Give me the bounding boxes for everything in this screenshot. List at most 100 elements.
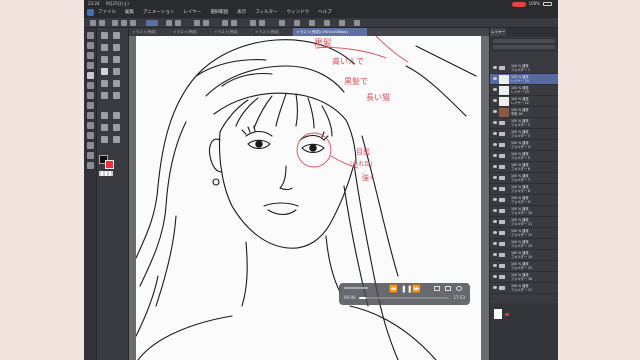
subtool-p-icon[interactable]	[113, 124, 120, 131]
material-icon[interactable]	[324, 20, 330, 26]
ruler-icon[interactable]	[259, 20, 265, 26]
menu-view[interactable]: 表示	[237, 9, 246, 15]
volume-slider[interactable]	[344, 287, 368, 289]
layer-row[interactable]: 100 % 通常 フォルダー 7	[490, 173, 558, 184]
subtool-g-icon[interactable]	[101, 68, 108, 75]
eye-icon[interactable]	[493, 275, 497, 278]
figure-tool-icon[interactable]	[87, 152, 94, 159]
subtool-l-icon[interactable]	[113, 92, 120, 99]
eye-icon[interactable]	[493, 77, 497, 80]
sub-color-swatch[interactable]	[105, 160, 114, 169]
menu-filter[interactable]: フィルター	[255, 9, 277, 15]
eye-icon[interactable]	[493, 165, 497, 168]
document-tab[interactable]: イラスト(完成)	[252, 28, 292, 36]
eye-icon[interactable]	[493, 121, 497, 124]
layer-row[interactable]: 100 % 通常 写真 16	[490, 107, 558, 118]
settings-icon[interactable]	[294, 20, 300, 26]
eye-icon[interactable]	[493, 231, 497, 234]
subtool-c-icon[interactable]	[101, 44, 108, 51]
subtool-i-icon[interactable]	[101, 80, 108, 87]
blend-mode-select[interactable]	[493, 39, 555, 43]
open-icon[interactable]	[121, 20, 127, 26]
modifier-key-icon[interactable]	[146, 20, 158, 26]
move-tool-icon[interactable]	[87, 42, 94, 49]
paper-layer-thumb[interactable]	[494, 309, 502, 319]
layer-row[interactable]: 100 % 通常 フォルダー 3	[490, 129, 558, 140]
eye-icon[interactable]	[493, 110, 497, 113]
menu-help[interactable]: ヘルプ	[318, 9, 332, 15]
save-icon[interactable]	[130, 20, 136, 26]
subtool-j-icon[interactable]	[113, 80, 120, 87]
share-icon[interactable]	[309, 20, 315, 26]
subtool-r-icon[interactable]	[113, 136, 120, 143]
zoom-tool-icon[interactable]	[87, 32, 94, 39]
seek-bar[interactable]	[359, 297, 449, 299]
zoom-in-icon[interactable]	[166, 20, 172, 26]
document-tab[interactable]: イラスト(完成)	[170, 28, 210, 36]
eye-icon[interactable]	[493, 66, 497, 69]
pencil-tool-icon[interactable]	[87, 82, 94, 89]
pause-icon[interactable]: ❚❚	[401, 285, 413, 293]
layer-row[interactable]: 100 % 通常 フォルダー 17	[490, 283, 558, 294]
rewind-icon[interactable]: ⏪	[389, 285, 398, 293]
layer-row[interactable]: 100 % 通常 フォルダー 6	[490, 162, 558, 173]
eye-icon[interactable]	[493, 176, 497, 179]
layer-row[interactable]: 100 % 通常 フォルダー 11	[490, 217, 558, 228]
subtool-e-icon[interactable]	[101, 56, 108, 63]
tab-palette-4[interactable]	[538, 28, 554, 36]
subtool-f-icon[interactable]	[113, 56, 120, 63]
redo-icon[interactable]	[99, 20, 105, 26]
eye-icon[interactable]	[493, 286, 497, 289]
eye-icon[interactable]	[493, 99, 497, 102]
layer-row[interactable]: 100 % 通常 フォルダー 2	[490, 118, 558, 129]
subtool-q-icon[interactable]	[101, 136, 108, 143]
deselect-icon[interactable]	[231, 20, 237, 26]
canvas-area[interactable]: 黒髪 高い人で 黒髪で 長い猫 目尻 (たれ目) 強く	[129, 36, 489, 360]
tab-palette-2[interactable]	[506, 28, 522, 36]
app-icon[interactable]	[87, 8, 94, 16]
layer-row[interactable]: 100 % 通常 フォルダー 1	[490, 63, 558, 74]
transform-icon[interactable]	[222, 20, 228, 26]
document-tab[interactable]: イラスト(完成)	[129, 28, 169, 36]
eye-icon[interactable]	[493, 132, 497, 135]
fast-forward-icon[interactable]: ⏩	[412, 285, 421, 293]
layer-row[interactable]: 100 % 通常 フォルダー 10	[490, 206, 558, 217]
eye-icon[interactable]	[493, 242, 497, 245]
layer-row[interactable]: 100 % 通常 フォルダー 14	[490, 250, 558, 261]
layer-row[interactable]: 100 % 通常 フォルダー 16	[490, 272, 558, 283]
cloud-icon[interactable]	[279, 20, 285, 26]
screen-record-indicator[interactable]	[511, 1, 526, 7]
layer-row[interactable]: 100 % 通常 フォルダー 5	[490, 151, 558, 162]
eye-icon[interactable]	[493, 187, 497, 190]
menu-selection[interactable]: 選択範囲	[210, 9, 228, 15]
eyedropper-tool-icon[interactable]	[87, 62, 94, 69]
fill-icon[interactable]	[203, 20, 209, 26]
help-icon[interactable]	[354, 20, 360, 26]
fill-tool-icon[interactable]	[87, 132, 94, 139]
eye-icon[interactable]	[493, 88, 497, 91]
brush-tool-icon[interactable]	[87, 92, 94, 99]
transparent-color-swatch[interactable]	[99, 171, 113, 176]
layer-row[interactable]: 100 % 通常 レイヤー 23	[490, 85, 558, 96]
text-tool-icon[interactable]	[87, 162, 94, 169]
layer-row[interactable]: 100 % 通常 フォルダー 4	[490, 140, 558, 151]
smartphone-icon[interactable]	[339, 20, 345, 26]
pen-tool-icon[interactable]	[87, 72, 94, 79]
fullscreen-icon[interactable]	[445, 286, 451, 291]
eye-icon[interactable]	[493, 264, 497, 267]
snap-icon[interactable]	[250, 20, 256, 26]
eye-icon[interactable]	[493, 198, 497, 201]
select-tool-icon[interactable]	[87, 52, 94, 59]
menu-animation[interactable]: アニメーション	[143, 9, 174, 15]
eraser-tool-icon[interactable]	[87, 112, 94, 119]
layer-row[interactable]: 100 % 通常 フォルダー 8	[490, 184, 558, 195]
layer-row[interactable]: 100 % 通常 レイヤー 22	[490, 96, 558, 107]
blend-tool-icon[interactable]	[87, 122, 94, 129]
eye-icon[interactable]	[493, 143, 497, 146]
subtool-h-icon[interactable]	[113, 68, 120, 75]
subtool-a-icon[interactable]	[101, 32, 108, 39]
eye-icon[interactable]	[493, 220, 497, 223]
tab-palette-3[interactable]	[522, 28, 538, 36]
subtool-b-icon[interactable]	[113, 32, 120, 39]
menu-window[interactable]: ウィンドウ	[287, 9, 310, 15]
